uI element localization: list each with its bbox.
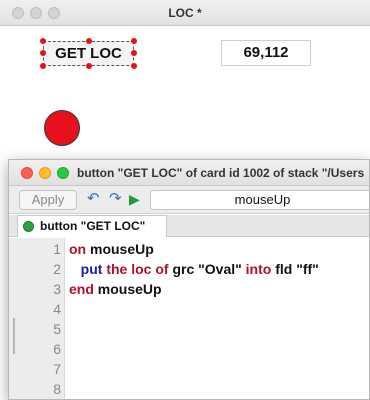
command: put xyxy=(80,261,103,277)
line-number: 4 xyxy=(53,301,61,317)
keyword: into xyxy=(245,261,272,277)
line-number: 5 xyxy=(53,321,61,337)
script-tab[interactable]: button "GET LOC" xyxy=(17,215,167,237)
redo-icon[interactable]: ↷ xyxy=(109,189,122,209)
selection-handle[interactable] xyxy=(86,63,92,69)
selection-handle[interactable] xyxy=(40,50,46,56)
line-number: 6 xyxy=(53,341,61,357)
line-number: 1 xyxy=(53,241,61,257)
string-literal: "Oval" xyxy=(198,261,242,277)
line-number: 8 xyxy=(53,381,61,397)
keyword: loc xyxy=(131,261,152,277)
selection-handle[interactable] xyxy=(40,38,46,44)
editor-titlebar: button "GET LOC" of card id 1002 of stac… xyxy=(9,160,369,186)
editor-minimize-button[interactable] xyxy=(39,167,51,179)
editor-tabbar: button "GET LOC" xyxy=(9,215,369,237)
keyword: end xyxy=(69,281,94,297)
line-number-gutter: 1 2 3 4 5 6 7 8 xyxy=(9,238,65,399)
code-line-2: put the loc of grc "Oval" into fld "ff" xyxy=(69,261,319,277)
selection-handle[interactable] xyxy=(131,38,137,44)
stack-titlebar: LOC * xyxy=(0,0,370,26)
loc-field[interactable]: 69,112 xyxy=(221,40,311,66)
editor-zoom-button[interactable] xyxy=(57,167,69,179)
string-literal: "ff" xyxy=(296,261,319,277)
editor-title: button "GET LOC" of card id 1002 of stac… xyxy=(77,166,365,180)
apply-button[interactable]: Apply xyxy=(19,190,77,210)
stack-title: LOC * xyxy=(168,6,202,20)
selection-handle[interactable] xyxy=(40,63,46,69)
keyword: on xyxy=(69,241,87,257)
script-tab-label: button "GET LOC" xyxy=(40,219,146,233)
run-icon[interactable]: ▶ xyxy=(129,189,140,209)
get-loc-button-label: GET LOC xyxy=(55,45,122,62)
object-type: fld xyxy=(275,261,293,277)
code-line-1: on mouseUp xyxy=(69,241,154,257)
oval-graphic[interactable] xyxy=(44,110,80,146)
handler-select[interactable]: mouseUp xyxy=(150,190,369,210)
line-number: 7 xyxy=(53,361,61,377)
code-area[interactable]: 1 2 3 4 5 6 7 8 on mouseUp put the loc o… xyxy=(9,238,369,399)
handler-name: mouseUp xyxy=(93,281,162,297)
line-number: 2 xyxy=(53,261,61,277)
selection-handle[interactable] xyxy=(131,50,137,56)
script-editor-window: button "GET LOC" of card id 1002 of stac… xyxy=(8,159,370,400)
undo-icon[interactable]: ↶ xyxy=(87,189,100,209)
keyword: the xyxy=(106,261,128,277)
editor-toolbar: Apply ↶ ↷ ▶ mouseUp xyxy=(9,186,369,214)
selection-handle[interactable] xyxy=(86,38,92,44)
object-type: grc xyxy=(172,261,195,277)
keyword: of xyxy=(155,261,169,277)
code-line-3: end mouseUp xyxy=(69,281,162,297)
status-dot-icon xyxy=(23,221,34,232)
line-number: 3 xyxy=(53,281,61,297)
handler-name: mouseUp xyxy=(86,241,154,257)
selection-handle[interactable] xyxy=(131,63,137,69)
editor-close-button[interactable] xyxy=(21,167,33,179)
